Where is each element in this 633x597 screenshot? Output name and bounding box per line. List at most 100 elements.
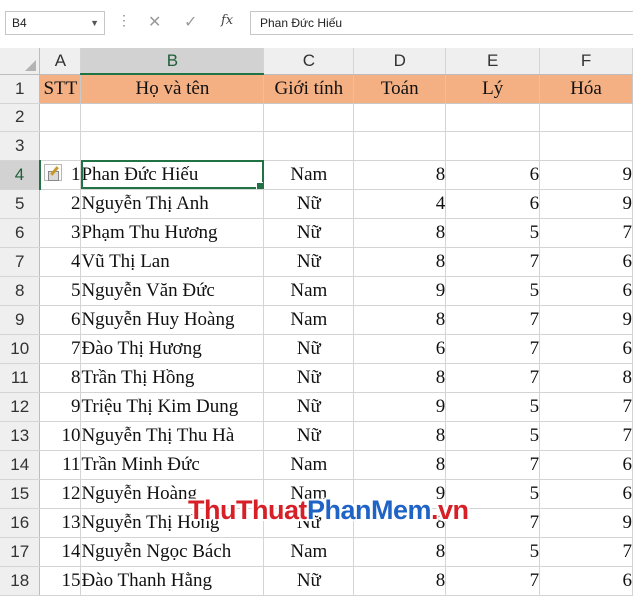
empty-cell[interactable] [39, 103, 82, 132]
column-header[interactable]: B [80, 48, 265, 75]
header-cell[interactable]: STT [39, 74, 82, 104]
formula-input[interactable]: Phan Đức Hiếu [250, 11, 633, 35]
gender-cell[interactable]: Nữ [263, 421, 355, 451]
math-score-cell[interactable]: 4 [353, 189, 447, 219]
empty-cell[interactable] [353, 131, 447, 161]
gender-cell[interactable]: Nữ [263, 189, 355, 219]
math-score-cell[interactable]: 8 [353, 160, 447, 190]
header-cell[interactable]: Lý [445, 74, 541, 104]
row-header[interactable]: 4 [0, 160, 41, 190]
math-score-cell[interactable]: 9 [353, 392, 447, 422]
math-score-cell[interactable]: 8 [353, 566, 447, 596]
math-score-cell[interactable]: 8 [353, 421, 447, 451]
row-header[interactable]: 2 [0, 103, 41, 132]
empty-cell[interactable] [263, 103, 355, 132]
stt-cell[interactable]: 15 [39, 566, 82, 596]
header-cell[interactable]: Hóa [539, 74, 633, 104]
stt-cell[interactable]: 11 [39, 450, 82, 480]
physics-score-cell[interactable]: 7 [445, 566, 541, 596]
empty-cell[interactable] [539, 103, 633, 132]
row-header[interactable]: 11 [0, 363, 41, 393]
stt-cell[interactable]: 10 [39, 421, 82, 451]
gender-cell[interactable]: Nữ [263, 247, 355, 277]
stt-cell[interactable]: 9 [39, 392, 82, 422]
chemistry-score-cell[interactable]: 6 [539, 450, 633, 480]
gender-cell[interactable]: Nam [263, 450, 355, 480]
row-header[interactable]: 8 [0, 276, 41, 306]
stt-cell[interactable]: 12 [39, 479, 82, 509]
chemistry-score-cell[interactable]: 7 [539, 218, 633, 248]
physics-score-cell[interactable]: 5 [445, 276, 541, 306]
name-cell[interactable]: Nguyễn Ngọc Bách [80, 537, 265, 567]
empty-cell[interactable] [80, 103, 265, 132]
row-header[interactable]: 9 [0, 305, 41, 335]
stt-cell[interactable]: 4 [39, 247, 82, 277]
empty-cell[interactable] [445, 131, 541, 161]
chemistry-score-cell[interactable]: 6 [539, 276, 633, 306]
name-cell[interactable]: Phạm Thu Hương [80, 218, 265, 248]
row-header[interactable]: 17 [0, 537, 41, 567]
enter-icon[interactable]: ✓ [184, 12, 197, 32]
stt-cell[interactable]: 13 [39, 508, 82, 538]
name-cell[interactable]: Vũ Thị Lan [80, 247, 265, 277]
physics-score-cell[interactable]: 7 [445, 450, 541, 480]
physics-score-cell[interactable]: 7 [445, 363, 541, 393]
column-header[interactable]: A [39, 48, 82, 75]
physics-score-cell[interactable]: 6 [445, 189, 541, 219]
chemistry-score-cell[interactable]: 7 [539, 392, 633, 422]
row-header[interactable]: 5 [0, 189, 41, 219]
fill-handle[interactable] [256, 181, 263, 188]
chemistry-score-cell[interactable]: 9 [539, 305, 633, 335]
column-header[interactable]: E [445, 48, 541, 75]
stt-cell[interactable]: 2 [39, 189, 82, 219]
physics-score-cell[interactable]: 5 [445, 537, 541, 567]
name-cell[interactable]: Đào Thị Hương [80, 334, 265, 364]
gender-cell[interactable]: Nữ [263, 334, 355, 364]
name-cell[interactable]: Nguyễn Thị Anh [80, 189, 265, 219]
chemistry-score-cell[interactable]: 9 [539, 189, 633, 219]
row-header[interactable]: 10 [0, 334, 41, 364]
row-header[interactable]: 3 [0, 131, 41, 161]
column-header[interactable]: F [539, 48, 633, 75]
chemistry-score-cell[interactable]: 6 [539, 479, 633, 509]
physics-score-cell[interactable]: 7 [445, 334, 541, 364]
math-score-cell[interactable]: 9 [353, 276, 447, 306]
row-header[interactable]: 1 [0, 74, 41, 104]
chemistry-score-cell[interactable]: 7 [539, 537, 633, 567]
physics-score-cell[interactable]: 7 [445, 305, 541, 335]
chemistry-score-cell[interactable]: 6 [539, 247, 633, 277]
row-header[interactable]: 12 [0, 392, 41, 422]
empty-cell[interactable] [539, 131, 633, 161]
empty-cell[interactable] [80, 131, 265, 161]
row-header[interactable]: 7 [0, 247, 41, 277]
empty-cell[interactable] [353, 103, 447, 132]
gender-cell[interactable]: Nữ [263, 392, 355, 422]
row-header[interactable]: 15 [0, 479, 41, 509]
gender-cell[interactable]: Nam [263, 276, 355, 306]
gender-cell[interactable]: Nữ [263, 566, 355, 596]
chevron-down-icon[interactable]: ▼ [90, 12, 99, 34]
stt-cell[interactable]: 5 [39, 276, 82, 306]
physics-score-cell[interactable]: 5 [445, 421, 541, 451]
chemistry-score-cell[interactable]: 6 [539, 334, 633, 364]
name-cell[interactable]: Triệu Thị Kim Dung [80, 392, 265, 422]
empty-cell[interactable] [445, 103, 541, 132]
gender-cell[interactable]: Nữ [263, 363, 355, 393]
gender-cell[interactable]: Nữ [263, 218, 355, 248]
gender-cell[interactable]: Nam [263, 305, 355, 335]
math-score-cell[interactable]: 6 [353, 334, 447, 364]
chemistry-score-cell[interactable]: 9 [539, 508, 633, 538]
name-cell[interactable]: Nguyễn Thị Thu Hà [80, 421, 265, 451]
more-options-icon[interactable]: ⋮ [117, 12, 131, 29]
physics-score-cell[interactable]: 7 [445, 247, 541, 277]
stt-cell[interactable]: 8 [39, 363, 82, 393]
row-header[interactable]: 16 [0, 508, 41, 538]
name-cell[interactable]: Phan Đức Hiếu [80, 160, 265, 190]
name-cell[interactable]: Nguyễn Huy Hoàng [80, 305, 265, 335]
paste-options-icon[interactable] [43, 163, 62, 181]
empty-cell[interactable] [39, 131, 82, 161]
empty-cell[interactable] [263, 131, 355, 161]
header-cell[interactable]: Giới tính [263, 74, 355, 104]
chemistry-score-cell[interactable]: 8 [539, 363, 633, 393]
name-cell[interactable]: Trần Thị Hồng [80, 363, 265, 393]
